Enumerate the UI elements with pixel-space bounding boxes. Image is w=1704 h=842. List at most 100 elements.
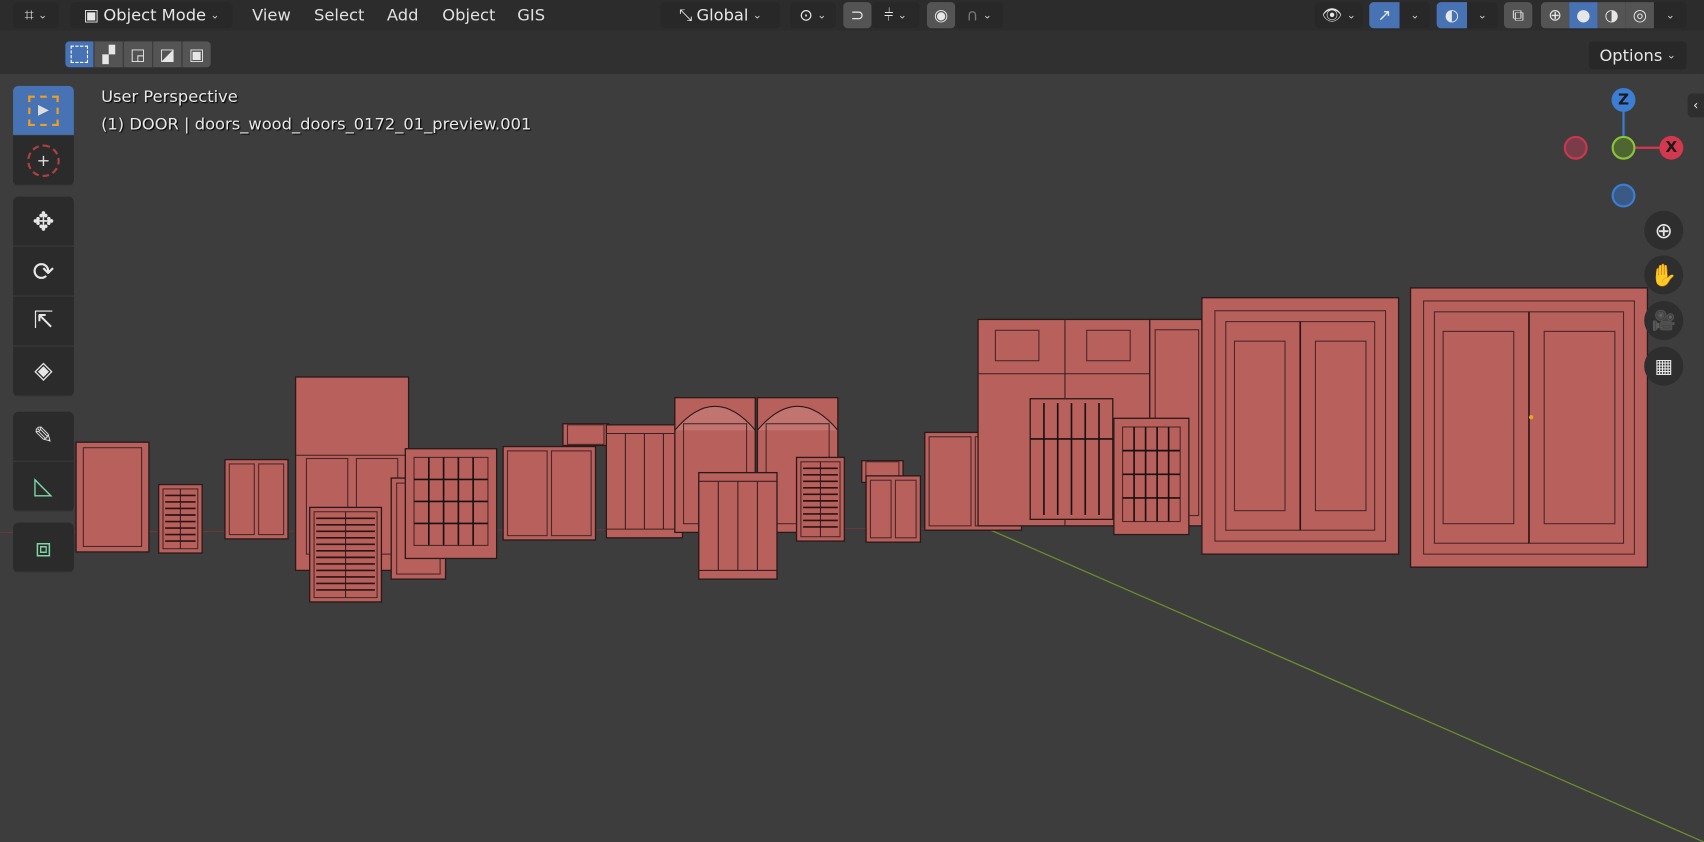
chevron-down-icon: ⌄	[1346, 9, 1356, 22]
blender-window: ⌗ ⌄ ▣ Object Mode ⌄ View Select Add Object …	[0, 0, 1704, 842]
pivot-point-dropdown[interactable]: ⊙ ⌄	[790, 2, 836, 29]
chevron-down-icon: ⌄	[817, 9, 827, 22]
view-name: User Perspective	[101, 86, 238, 107]
gizmo-z-axis[interactable]: Z	[1611, 88, 1636, 112]
chevron-down-icon: ⌄	[1666, 49, 1676, 62]
y-axis-line	[983, 526, 1704, 842]
rotate-icon: ⟳	[32, 255, 55, 287]
snap-target-dropdown[interactable]: ⫩ ⌄	[871, 2, 920, 29]
gizmo-toggle[interactable]: ↗	[1369, 2, 1400, 29]
transform-icon: ◈	[34, 357, 53, 385]
tool-move[interactable]: ✥	[13, 197, 74, 247]
object-origin	[1528, 415, 1534, 420]
z-label: Z	[1618, 91, 1630, 109]
select-intersect-icon: ▣	[188, 44, 205, 65]
camera-icon: 🎥	[1651, 309, 1676, 332]
shading-dropdown[interactable]: ⌄	[1653, 2, 1687, 29]
toolbar-transform-group: ✥ ⟳ ⇱ ◈	[13, 196, 74, 397]
snap-toggle[interactable]: ⊃	[843, 2, 872, 29]
overlays-toggle[interactable]: ◐	[1436, 2, 1468, 29]
options-dropdown[interactable]: Options ⌄	[1588, 41, 1687, 70]
toolbar-annotate-group: ✎ ◺	[13, 411, 74, 512]
select-extend-icon: ▞	[102, 44, 115, 65]
toolbar-add-group: ⧈	[13, 522, 74, 573]
select-subtract-button[interactable]: ◲	[122, 41, 153, 68]
active-object-info: (1) DOOR | doors_wood_doors_0172_01_prev…	[101, 114, 532, 134]
shading-solid[interactable]: ●	[1569, 2, 1598, 29]
select-subtract-icon: ◲	[130, 44, 146, 65]
menu-select[interactable]: Select	[314, 5, 364, 25]
pencil-icon: ✎	[33, 422, 54, 450]
3d-viewport[interactable]	[0, 74, 1704, 842]
shading-wireframe[interactable]: ⊕	[1540, 2, 1570, 29]
falloff-dropdown[interactable]: ∩ ⌄	[955, 2, 1004, 29]
selectability-visibility-dropdown[interactable]: 👁 ⌄	[1314, 2, 1363, 29]
menu-view[interactable]: View	[252, 5, 291, 25]
mode-label: Object Mode	[103, 5, 207, 25]
gizmo-neg-z-axis[interactable]	[1611, 183, 1636, 208]
door-model	[562, 423, 610, 447]
menu-gis[interactable]: GIS	[517, 5, 545, 25]
zoom-icon: ⊕	[1654, 217, 1673, 244]
gizmo-neg-x-axis[interactable]	[1563, 135, 1588, 160]
tool-transform[interactable]: ◈	[13, 347, 74, 397]
chevron-left-icon: ‹	[1693, 97, 1699, 113]
gizmo-x-axis[interactable]: X	[1659, 135, 1684, 160]
shading-rendered[interactable]: ◎	[1625, 2, 1654, 29]
chevron-down-icon: ⌄	[1410, 9, 1420, 22]
door-model	[865, 475, 922, 543]
scale-icon: ⇱	[33, 307, 54, 335]
tool-cursor[interactable]: +	[13, 136, 74, 186]
options-label: Options	[1599, 45, 1663, 66]
camera-view-button[interactable]: 🎥	[1644, 300, 1684, 341]
gizmo-y-axis[interactable]	[1611, 135, 1636, 160]
tool-scale[interactable]: ⇱	[13, 297, 74, 347]
chevron-down-icon: ⌄	[752, 9, 762, 22]
transform-orientation-dropdown[interactable]: ⤡ Global ⌄	[660, 2, 781, 29]
tool-header: ▞ ◲ ◪ ▣ Options ⌄	[0, 30, 1704, 74]
cursor-icon: +	[27, 143, 60, 177]
solid-sphere-icon: ●	[1576, 5, 1591, 25]
proportional-edit-icon: ◉	[933, 5, 949, 25]
select-extend-button[interactable]: ▞	[93, 41, 123, 68]
chevron-down-icon: ⌄	[982, 9, 992, 22]
mode-dropdown[interactable]: ▣ Object Mode ⌄	[70, 2, 233, 29]
tool-measure[interactable]: ◺	[13, 462, 74, 512]
tool-add-cube[interactable]: ⧈	[13, 523, 74, 573]
tool-rotate[interactable]: ⟳	[13, 247, 74, 297]
magnet-icon: ⊃	[850, 5, 865, 25]
grid-icon: ▦	[1654, 354, 1673, 378]
menu-object[interactable]: Object	[442, 5, 495, 25]
chevron-down-icon: ⌄	[1665, 9, 1675, 22]
select-invert-icon: ◪	[159, 44, 176, 65]
chevron-down-icon: ⌄	[210, 9, 220, 22]
sidebar-toggle[interactable]: ‹	[1687, 93, 1704, 118]
menu-add[interactable]: Add	[387, 5, 419, 25]
select-new-icon	[70, 45, 89, 64]
select-new-button[interactable]	[65, 41, 94, 68]
select-intersect-button[interactable]: ▣	[181, 41, 211, 68]
proportional-edit-toggle[interactable]: ◉	[926, 2, 956, 29]
overlays-icon: ◐	[1444, 5, 1459, 25]
tool-select-box[interactable]: ▶	[13, 85, 74, 136]
toolbar-select-group: ▶ +	[13, 85, 74, 186]
gizmo-dropdown[interactable]: ⌄	[1399, 2, 1431, 29]
shading-material[interactable]: ◑	[1597, 2, 1626, 29]
chevron-down-icon: ⌄	[1477, 9, 1487, 22]
ruler-icon: ◺	[34, 472, 53, 500]
perspective-toggle-button[interactable]: ▦	[1644, 346, 1684, 386]
door-model	[75, 441, 150, 553]
hand-icon: ✋	[1650, 261, 1678, 288]
pivot-icon: ⊙	[799, 5, 813, 25]
pan-button[interactable]: ✋	[1644, 255, 1684, 295]
overlays-dropdown[interactable]: ⌄	[1467, 2, 1498, 29]
chevron-down-icon: ⌄	[38, 9, 48, 22]
zoom-button[interactable]: ⊕	[1644, 210, 1684, 250]
door-model	[224, 458, 289, 540]
editor-type-button[interactable]: ⌗ ⌄	[13, 2, 59, 29]
select-invert-button[interactable]: ◪	[152, 41, 182, 68]
select-box-icon: ▶	[28, 95, 59, 126]
xray-toggle[interactable]: ⧉	[1503, 2, 1533, 29]
editor-type-icon: ⌗	[24, 5, 34, 25]
tool-annotate[interactable]: ✎	[13, 412, 74, 462]
